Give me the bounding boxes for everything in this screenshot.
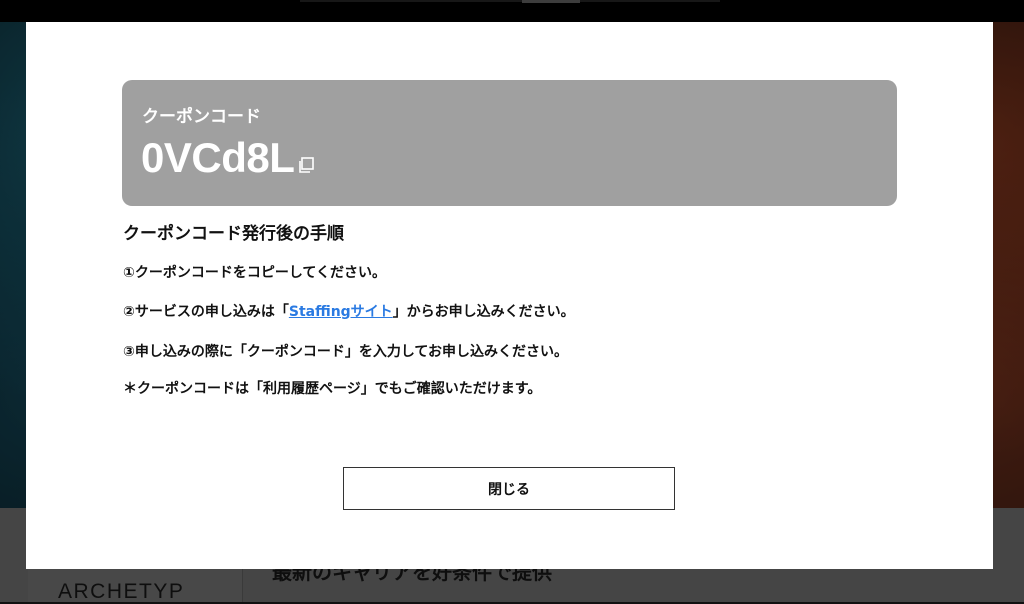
staffing-site-link[interactable]: Staffingサイト <box>289 304 393 320</box>
step-apply: ②サービスの申し込みは「Staffingサイト」からお申し込みください。 <box>123 301 575 321</box>
coupon-modal: クーポンコード 0VCd8L クーポンコード発行後の手順 ①クーポンコードをコピ… <box>26 22 993 569</box>
coupon-box: クーポンコード 0VCd8L <box>122 80 897 206</box>
note-history-page: ＊クーポンコードは「利用履歴ページ」でもご確認いただけます。 <box>123 381 542 397</box>
coupon-code-row: 0VCd8L <box>141 134 315 182</box>
step-enter-code: ③申し込みの際に「クーポンコード」を入力してお申し込みください。 <box>123 344 569 360</box>
copy-icon[interactable] <box>297 156 315 174</box>
coupon-code: 0VCd8L <box>141 134 295 181</box>
coupon-label: クーポンコード <box>142 107 261 127</box>
close-button[interactable]: 閉じる <box>343 467 675 510</box>
step-copy-code: ①クーポンコードをコピーしてください。 <box>123 265 387 281</box>
step-apply-suffix: 」からお申し込みください。 <box>392 304 575 320</box>
section-title: クーポンコード発行後の手順 <box>123 224 344 244</box>
step-apply-prefix: ②サービスの申し込みは「 <box>123 304 289 320</box>
